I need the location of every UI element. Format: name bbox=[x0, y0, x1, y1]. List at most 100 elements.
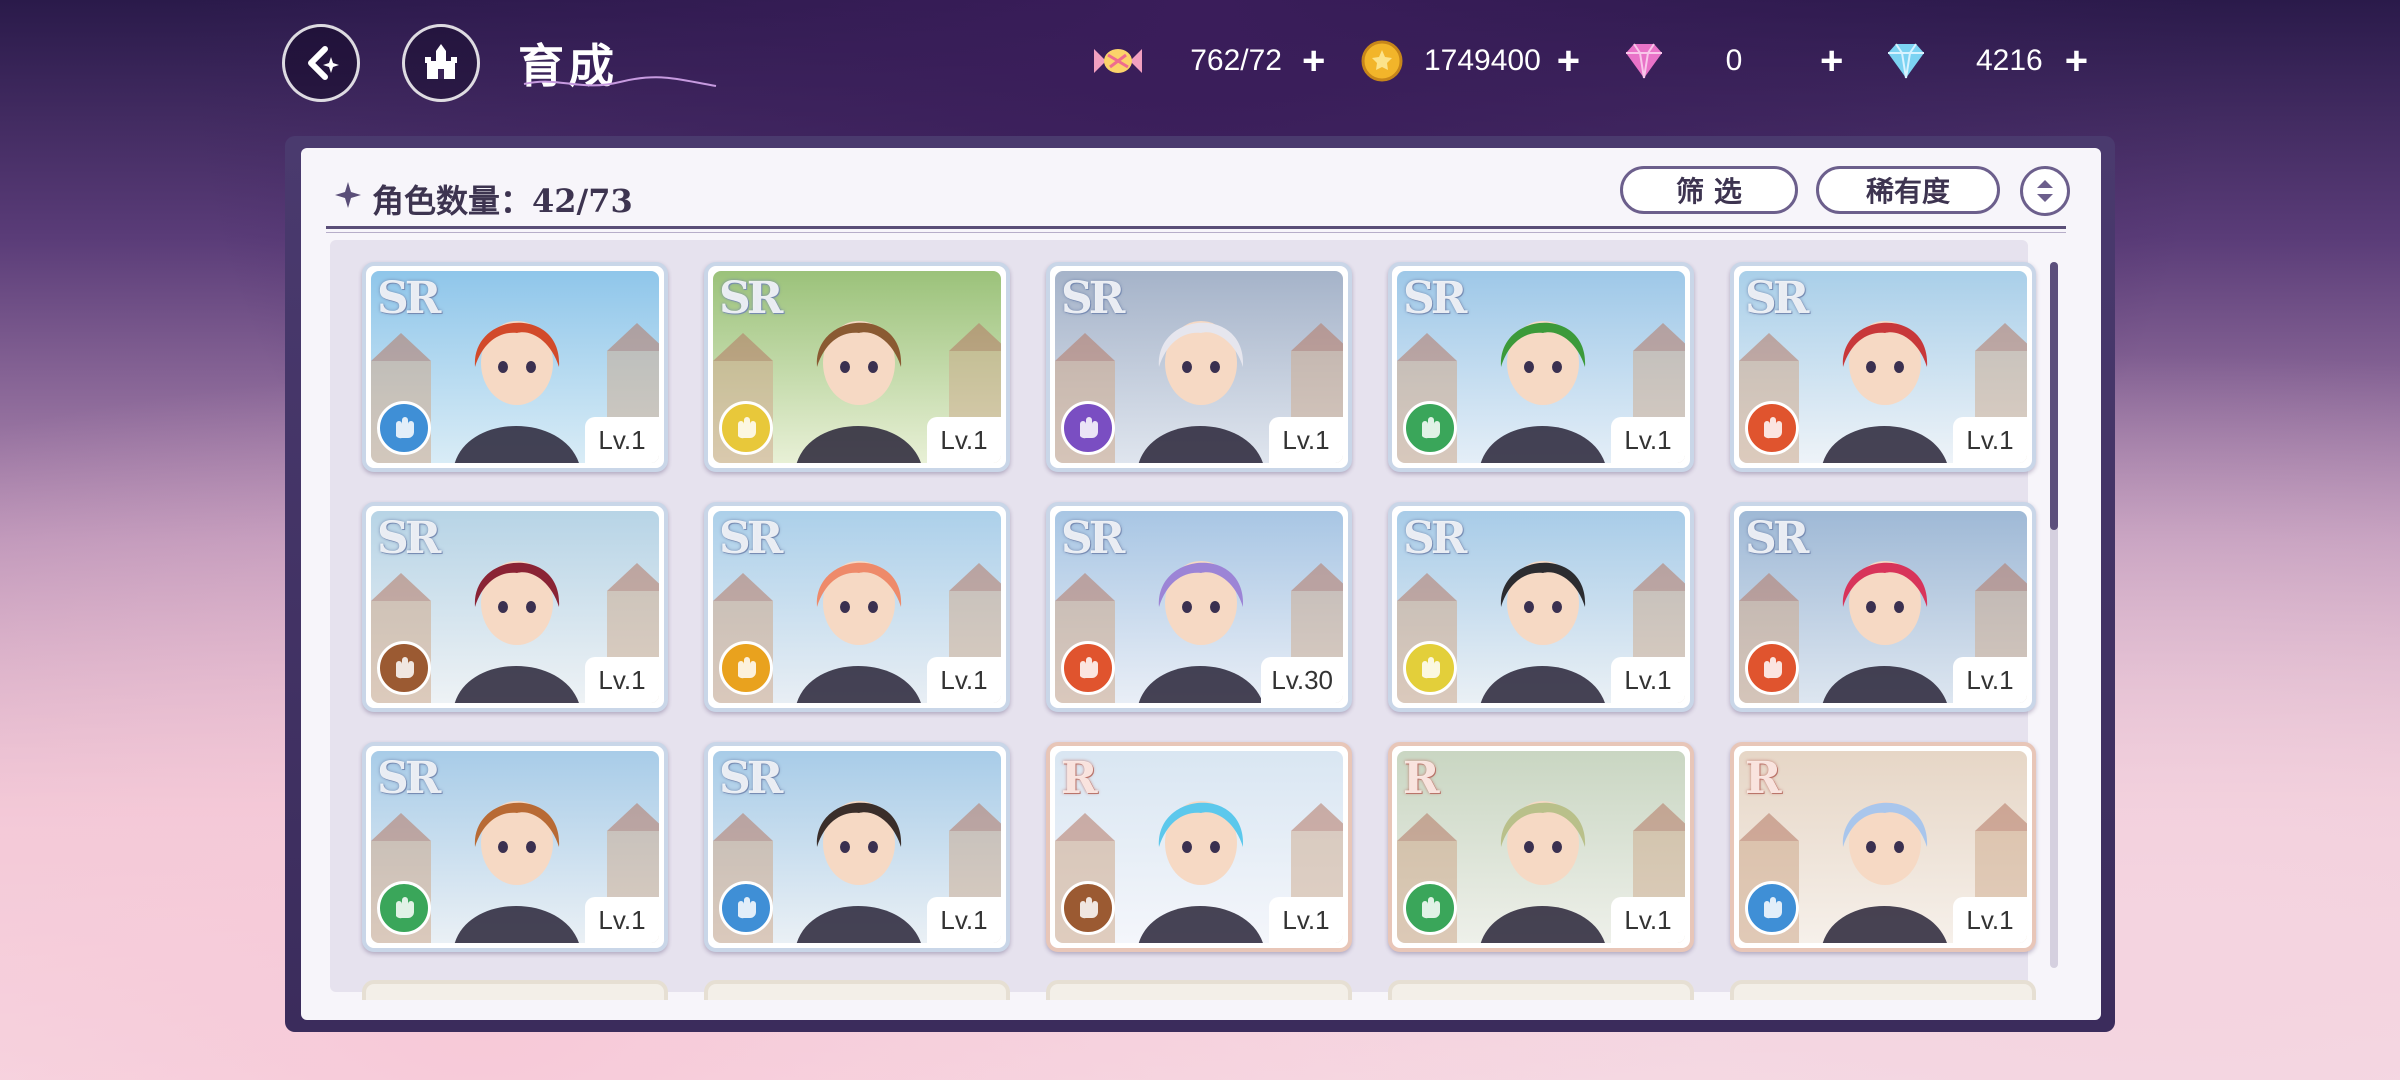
level-label: Lv.1 bbox=[1611, 417, 1685, 463]
add-diamond-button[interactable]: + bbox=[2065, 41, 2088, 81]
sort-order-button[interactable] bbox=[2020, 166, 2070, 216]
level-label: Lv.1 bbox=[927, 657, 1001, 703]
character-portrait: R Lv.1 bbox=[1055, 751, 1343, 943]
level-label: Lv.30 bbox=[1261, 657, 1343, 703]
pink-gem-amount: 0 bbox=[1725, 44, 1743, 77]
rarity-sort-button[interactable]: 稀有度 bbox=[1816, 166, 2000, 214]
add-pink-gem-button[interactable]: + bbox=[1820, 41, 1843, 81]
class-icon bbox=[1061, 401, 1115, 455]
class-icon bbox=[1745, 641, 1799, 695]
class-icon bbox=[1403, 401, 1457, 455]
character-portrait: SR Lv.30 bbox=[1055, 511, 1343, 703]
title-decoration bbox=[523, 76, 717, 87]
level-label: Lv.1 bbox=[1269, 897, 1343, 943]
resource-pink-gem: 0 + bbox=[1620, 36, 1843, 86]
character-card[interactable]: SR Lv.1 bbox=[1388, 262, 1694, 472]
sparkle-icon bbox=[335, 182, 361, 208]
rarity-badge: SR bbox=[719, 753, 783, 804]
character-card[interactable]: SR Lv.1 bbox=[1730, 262, 2036, 472]
resource-diamond: 4216 + bbox=[1882, 36, 2088, 86]
level-label: Lv.1 bbox=[1953, 657, 2027, 703]
class-icon bbox=[1403, 881, 1457, 935]
resource-gold: 1749400 + bbox=[1360, 36, 1580, 86]
candy-amount: 762/72 bbox=[1190, 44, 1282, 77]
character-card[interactable]: SR Lv.1 bbox=[1388, 502, 1694, 712]
rarity-badge: R bbox=[1403, 753, 1440, 804]
header-divider-thin bbox=[326, 232, 2066, 233]
level-label: Lv.1 bbox=[585, 897, 659, 943]
level-label: Lv.1 bbox=[1611, 897, 1685, 943]
character-count: 角色数量：42/73 bbox=[372, 182, 633, 220]
rarity-badge: SR bbox=[719, 273, 783, 324]
character-portrait: SR Lv.1 bbox=[1739, 511, 2027, 703]
rarity-badge: SR bbox=[1745, 513, 1809, 564]
card-peek bbox=[362, 980, 668, 1000]
character-card[interactable]: R Lv.1 bbox=[1730, 742, 2036, 952]
rarity-badge: R bbox=[1745, 753, 1782, 804]
add-gold-button[interactable]: + bbox=[1557, 41, 1580, 81]
class-icon bbox=[1745, 401, 1799, 455]
level-label: Lv.1 bbox=[585, 417, 659, 463]
class-icon bbox=[377, 641, 431, 695]
level-label: Lv.1 bbox=[1611, 657, 1685, 703]
level-label: Lv.1 bbox=[1269, 417, 1343, 463]
diamond-amount: 4216 bbox=[1976, 44, 2043, 77]
character-card[interactable]: SR Lv.1 bbox=[704, 262, 1010, 472]
character-portrait: SR Lv.1 bbox=[371, 271, 659, 463]
back-arrow-icon bbox=[308, 46, 339, 80]
level-label: Lv.1 bbox=[1953, 897, 2027, 943]
add-candy-button[interactable]: + bbox=[1302, 41, 1325, 81]
character-card[interactable]: R Lv.1 bbox=[1388, 742, 1694, 952]
character-portrait: SR Lv.1 bbox=[1055, 271, 1343, 463]
resource-candy: 762/72 + bbox=[1090, 36, 1325, 86]
character-portrait: R Lv.1 bbox=[1739, 751, 2027, 943]
character-portrait: SR Lv.1 bbox=[1397, 271, 1685, 463]
rarity-badge: SR bbox=[1745, 273, 1809, 324]
rarity-badge: R bbox=[1061, 753, 1098, 804]
level-label: Lv.1 bbox=[585, 657, 659, 703]
castle-icon bbox=[425, 44, 457, 79]
character-card[interactable]: R Lv.1 bbox=[1046, 742, 1352, 952]
class-icon bbox=[1403, 641, 1457, 695]
character-card[interactable]: SR Lv.1 bbox=[704, 742, 1010, 952]
class-icon bbox=[1061, 881, 1115, 935]
level-label: Lv.1 bbox=[927, 897, 1001, 943]
class-icon bbox=[1745, 881, 1799, 935]
character-portrait: SR Lv.1 bbox=[713, 511, 1001, 703]
sort-arrows-icon bbox=[2037, 180, 2053, 202]
gold-amount: 1749400 bbox=[1424, 44, 1541, 77]
character-card[interactable]: SR Lv.1 bbox=[1730, 502, 2036, 712]
level-label: Lv.1 bbox=[927, 417, 1001, 463]
top-bar: 育成 762/72 + 1749400 + 0 + 4216 + bbox=[0, 0, 2400, 130]
class-icon bbox=[719, 881, 773, 935]
character-portrait: SR Lv.1 bbox=[371, 751, 659, 943]
scrollbar-thumb[interactable] bbox=[2050, 262, 2058, 530]
rarity-badge: SR bbox=[1403, 273, 1467, 324]
character-portrait: SR Lv.1 bbox=[713, 271, 1001, 463]
filter-button[interactable]: 筛 选 bbox=[1620, 166, 1798, 214]
rarity-badge: SR bbox=[377, 513, 441, 564]
rarity-badge: SR bbox=[377, 273, 441, 324]
character-portrait: SR Lv.1 bbox=[713, 751, 1001, 943]
rarity-badge: SR bbox=[719, 513, 783, 564]
back-button[interactable] bbox=[282, 24, 360, 102]
card-peek bbox=[1046, 980, 1352, 1000]
pink-gem-icon bbox=[1626, 43, 1662, 79]
class-icon bbox=[1061, 641, 1115, 695]
character-card[interactable]: SR Lv.1 bbox=[362, 502, 668, 712]
card-peek bbox=[704, 980, 1010, 1000]
card-peek bbox=[1730, 980, 2036, 1000]
character-card[interactable]: SR Lv.1 bbox=[362, 262, 668, 472]
character-card[interactable]: SR Lv.1 bbox=[704, 502, 1010, 712]
character-portrait: SR Lv.1 bbox=[371, 511, 659, 703]
rarity-badge: SR bbox=[1403, 513, 1467, 564]
class-icon bbox=[719, 401, 773, 455]
rarity-badge: SR bbox=[1061, 273, 1125, 324]
class-icon bbox=[719, 641, 773, 695]
character-card[interactable]: SR Lv.1 bbox=[1046, 262, 1352, 472]
home-button[interactable] bbox=[402, 24, 480, 102]
character-card[interactable]: SR Lv.1 bbox=[362, 742, 668, 952]
character-portrait: SR Lv.1 bbox=[1739, 271, 2027, 463]
rarity-badge: SR bbox=[377, 753, 441, 804]
character-card[interactable]: SR Lv.30 bbox=[1046, 502, 1352, 712]
